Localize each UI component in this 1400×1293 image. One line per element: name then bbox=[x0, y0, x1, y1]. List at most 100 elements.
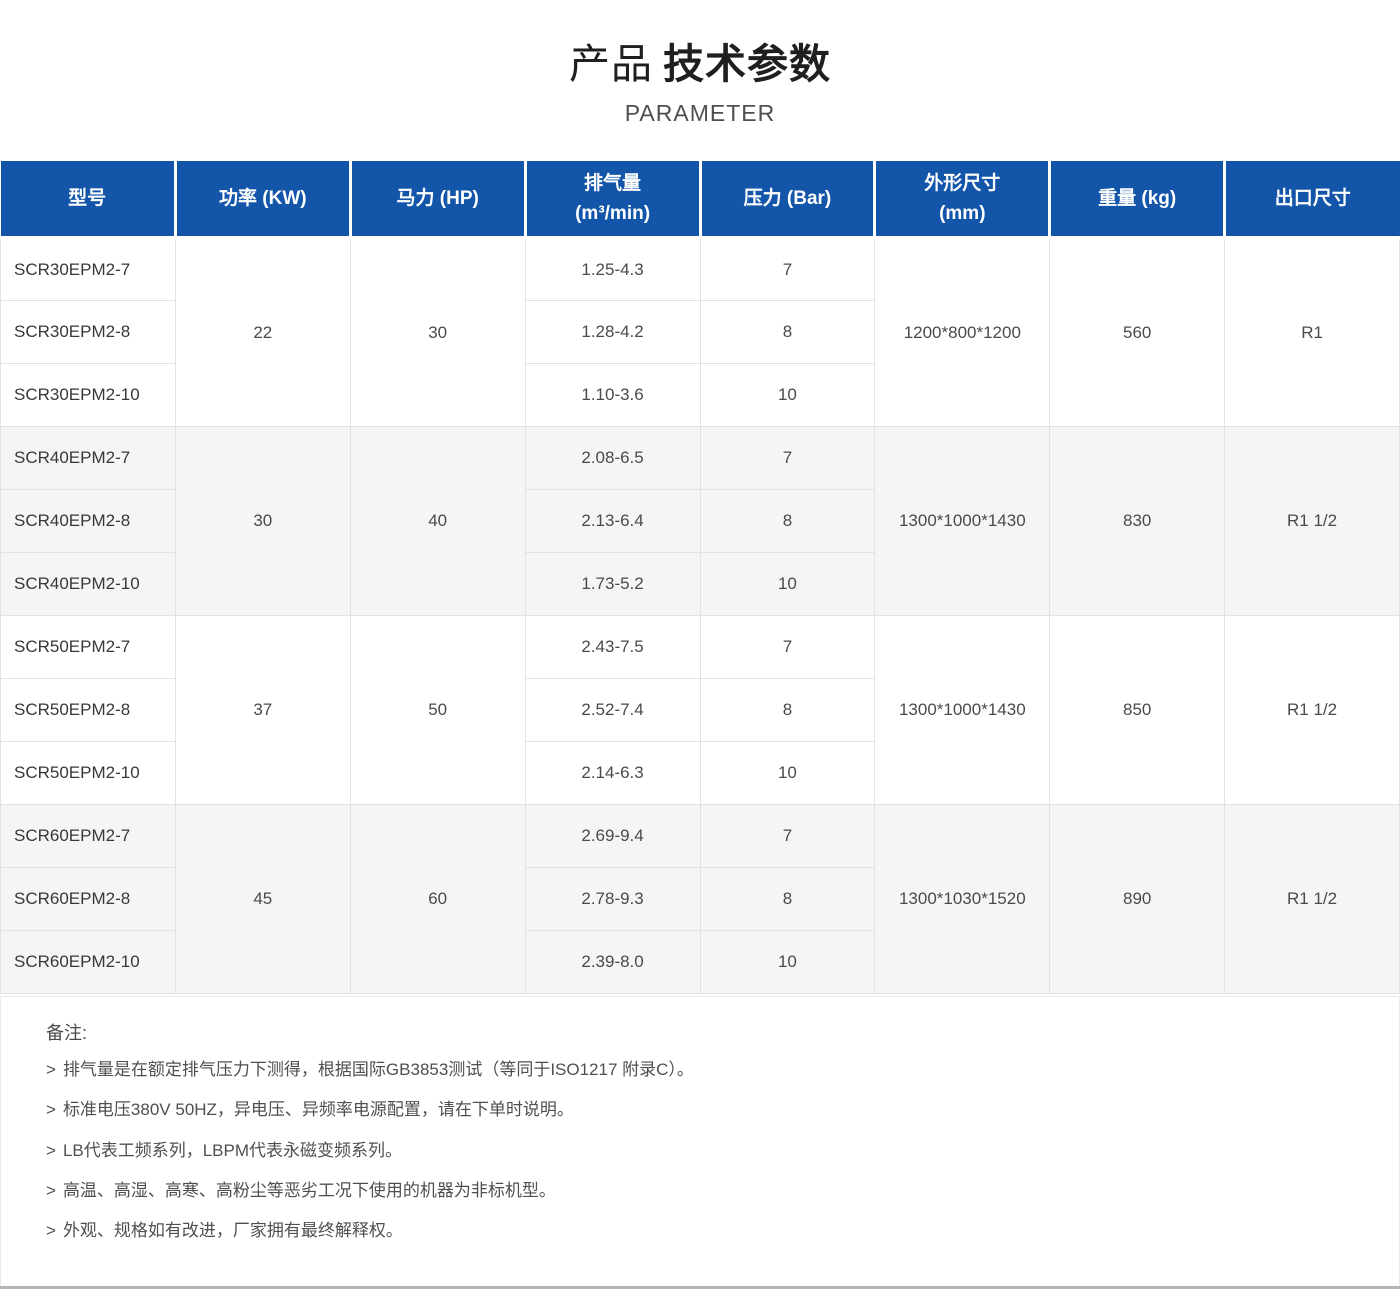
notes-label: 备注: bbox=[46, 1023, 88, 1043]
column-header: 功率 (KW) bbox=[173, 158, 352, 239]
notes-section: 备注: > 排气量是在额定排气压力下测得，根据国际GB3853测试（等同于ISO1… bbox=[0, 996, 1400, 1287]
displacement-cell: 1.10-3.6 bbox=[524, 363, 701, 427]
model-cell: SCR40EPM2-7 bbox=[0, 426, 176, 490]
horsepower-cell: 30 bbox=[349, 237, 526, 427]
note-text: 高温、高湿、高寒、高粉尘等恶劣工况下使用的机器为非标机型。 bbox=[62, 1180, 556, 1200]
displacement-cell: 1.73-5.2 bbox=[524, 552, 701, 616]
note-item: > LB代表工频系列，LBPM代表永磁变频系列。 bbox=[46, 1140, 1354, 1161]
model-cell: SCR50EPM2-10 bbox=[0, 741, 176, 805]
weight-cell: 890 bbox=[1049, 804, 1226, 994]
column-header: 外形尺寸 (mm) bbox=[873, 158, 1052, 239]
pressure-cell: 10 bbox=[699, 552, 876, 616]
column-header-label: 排气量 bbox=[584, 173, 642, 195]
note-bullet: > bbox=[46, 1140, 56, 1160]
column-header-unit: (mm) bbox=[939, 202, 986, 224]
column-header-label: 压力 (Bar) bbox=[743, 187, 832, 209]
power-cell: 22 bbox=[174, 237, 351, 427]
note-text: 外观、规格如有改进，厂家拥有最终解释权。 bbox=[62, 1221, 403, 1240]
note-item: > 高温、高湿、高寒、高粉尘等恶劣工况下使用的机器为非标机型。 bbox=[46, 1180, 1354, 1201]
spec-table-head: 型号 功率 (KW) 马力 (HP) 排气量 (m³/min) 压力 (Bar) 外形尺寸 (… bbox=[0, 158, 1400, 239]
column-header-label: 型号 bbox=[68, 187, 107, 209]
power-cell: 30 bbox=[174, 426, 351, 616]
model-cell: SCR60EPM2-10 bbox=[0, 930, 176, 994]
model-cell: SCR40EPM2-8 bbox=[0, 489, 176, 553]
table-row: SCR30EPM2-7 22 30 1.25-4.3 7 1200*800*1200 560… bbox=[0, 237, 1400, 427]
page-title: 产品 技术参数 bbox=[0, 30, 1400, 90]
horsepower-cell: 40 bbox=[349, 426, 526, 616]
weight-cell: 830 bbox=[1049, 426, 1226, 616]
pressure-cell: 10 bbox=[699, 363, 876, 427]
horsepower-cell: 60 bbox=[349, 804, 526, 994]
outlet-size-cell: R1 1/2 bbox=[1224, 426, 1400, 616]
displacement-cell: 2.43-7.5 bbox=[524, 615, 701, 679]
horsepower-cell: 50 bbox=[349, 615, 526, 805]
model-cell: SCR30EPM2-10 bbox=[0, 363, 176, 427]
column-header-label: 马力 (HP) bbox=[396, 187, 479, 209]
pressure-cell: 10 bbox=[699, 741, 876, 805]
power-cell: 45 bbox=[174, 804, 351, 994]
column-header: 压力 (Bar) bbox=[698, 158, 877, 239]
outlet-size-cell: R1 1/2 bbox=[1224, 615, 1400, 805]
displacement-cell: 2.78-9.3 bbox=[524, 867, 701, 931]
model-cell: SCR50EPM2-7 bbox=[0, 615, 176, 679]
page: 产品 技术参数 PARAMETER 型号 功率 (KW) 马力 (HP) 排气量 (m³/… bbox=[0, 0, 1400, 1293]
model-cell: SCR60EPM2-7 bbox=[0, 804, 176, 868]
bottom-padding bbox=[0, 1289, 1400, 1293]
table-row: SCR40EPM2-7 30 40 2.08-6.5 7 1300*1000*1430 83… bbox=[0, 426, 1400, 616]
model-cell: SCR30EPM2-8 bbox=[0, 300, 176, 364]
page-header: 产品 技术参数 PARAMETER bbox=[0, 0, 1400, 127]
column-header-label: 重量 (kg) bbox=[1098, 187, 1177, 209]
table-row: SCR60EPM2-7 45 60 2.69-9.4 7 1300*1030*1520 89… bbox=[0, 804, 1400, 994]
spec-table-body: SCR30EPM2-7 22 30 1.25-4.3 7 1200*800*1200 560… bbox=[0, 237, 1400, 994]
displacement-cell: 2.08-6.5 bbox=[524, 426, 701, 490]
displacement-cell: 2.69-9.4 bbox=[524, 804, 701, 868]
note-bullet: > bbox=[46, 1100, 56, 1120]
pressure-cell: 7 bbox=[699, 237, 876, 301]
dimensions-cell: 1300*1030*1520 bbox=[874, 804, 1051, 994]
note-bullet: > bbox=[46, 1221, 56, 1240]
notes-list: > 排气量是在额定排气压力下测得，根据国际GB3853测试（等同于ISO1217 … bbox=[46, 1059, 1354, 1241]
displacement-cell: 1.25-4.3 bbox=[524, 237, 701, 301]
dimensions-cell: 1300*1000*1430 bbox=[874, 615, 1051, 805]
column-header-label: 出口尺寸 bbox=[1274, 187, 1351, 209]
pressure-cell: 8 bbox=[699, 489, 876, 553]
pressure-cell: 10 bbox=[699, 930, 876, 994]
dimensions-cell: 1200*800*1200 bbox=[874, 237, 1051, 427]
model-cell: SCR30EPM2-7 bbox=[0, 237, 176, 301]
page-title-main: 技术参数 bbox=[663, 41, 831, 87]
outlet-size-cell: R1 1/2 bbox=[1224, 804, 1400, 994]
pressure-cell: 7 bbox=[699, 615, 876, 679]
column-header: 排气量 (m³/min) bbox=[523, 158, 702, 239]
note-bullet: > bbox=[46, 1060, 56, 1079]
model-cell: SCR50EPM2-8 bbox=[0, 678, 176, 742]
note-text: LB代表工频系列，LBPM代表永磁变频系列。 bbox=[62, 1140, 403, 1160]
pressure-cell: 8 bbox=[699, 678, 876, 742]
note-item: > 排气量是在额定排气压力下测得，根据国际GB3853测试（等同于ISO1217 … bbox=[46, 1059, 1354, 1080]
note-item: > 外观、规格如有改进，厂家拥有最终解释权。 bbox=[46, 1220, 1354, 1241]
column-header: 重量 (kg) bbox=[1048, 158, 1227, 239]
outlet-size-cell: R1 bbox=[1224, 237, 1400, 427]
displacement-cell: 2.39-8.0 bbox=[524, 930, 701, 994]
displacement-cell: 2.14-6.3 bbox=[524, 741, 701, 805]
model-cell: SCR40EPM2-10 bbox=[0, 552, 176, 616]
dimensions-cell: 1300*1000*1430 bbox=[874, 426, 1051, 616]
weight-cell: 850 bbox=[1049, 615, 1226, 805]
pressure-cell: 8 bbox=[699, 867, 876, 931]
column-header-unit: (m³/min) bbox=[575, 202, 651, 224]
header-row: 型号 功率 (KW) 马力 (HP) 排气量 (m³/min) 压力 (Bar) 外形尺寸 (… bbox=[0, 158, 1400, 239]
model-cell: SCR60EPM2-8 bbox=[0, 867, 176, 931]
page-title-prefix: 产品 bbox=[569, 41, 653, 87]
column-header: 型号 bbox=[0, 158, 177, 239]
displacement-cell: 2.52-7.4 bbox=[524, 678, 701, 742]
table-row: SCR50EPM2-7 37 50 2.43-7.5 7 1300*1000*1430 85… bbox=[0, 615, 1400, 805]
note-item: > 标准电压380V 50HZ，异电压、异频率电源配置，请在下单时说明。 bbox=[46, 1099, 1354, 1120]
pressure-cell: 7 bbox=[699, 804, 876, 868]
page-subtitle: PARAMETER bbox=[624, 100, 776, 126]
note-text: 排气量是在额定排气压力下测得，根据国际GB3853测试（等同于ISO1217 附… bbox=[62, 1060, 694, 1079]
note-bullet: > bbox=[46, 1180, 56, 1200]
column-header: 马力 (HP) bbox=[348, 158, 527, 239]
column-header: 出口尺寸 bbox=[1223, 158, 1400, 239]
pressure-cell: 8 bbox=[699, 300, 876, 364]
column-header-label: 外形尺寸 bbox=[924, 173, 1001, 195]
displacement-cell: 2.13-6.4 bbox=[524, 489, 701, 553]
